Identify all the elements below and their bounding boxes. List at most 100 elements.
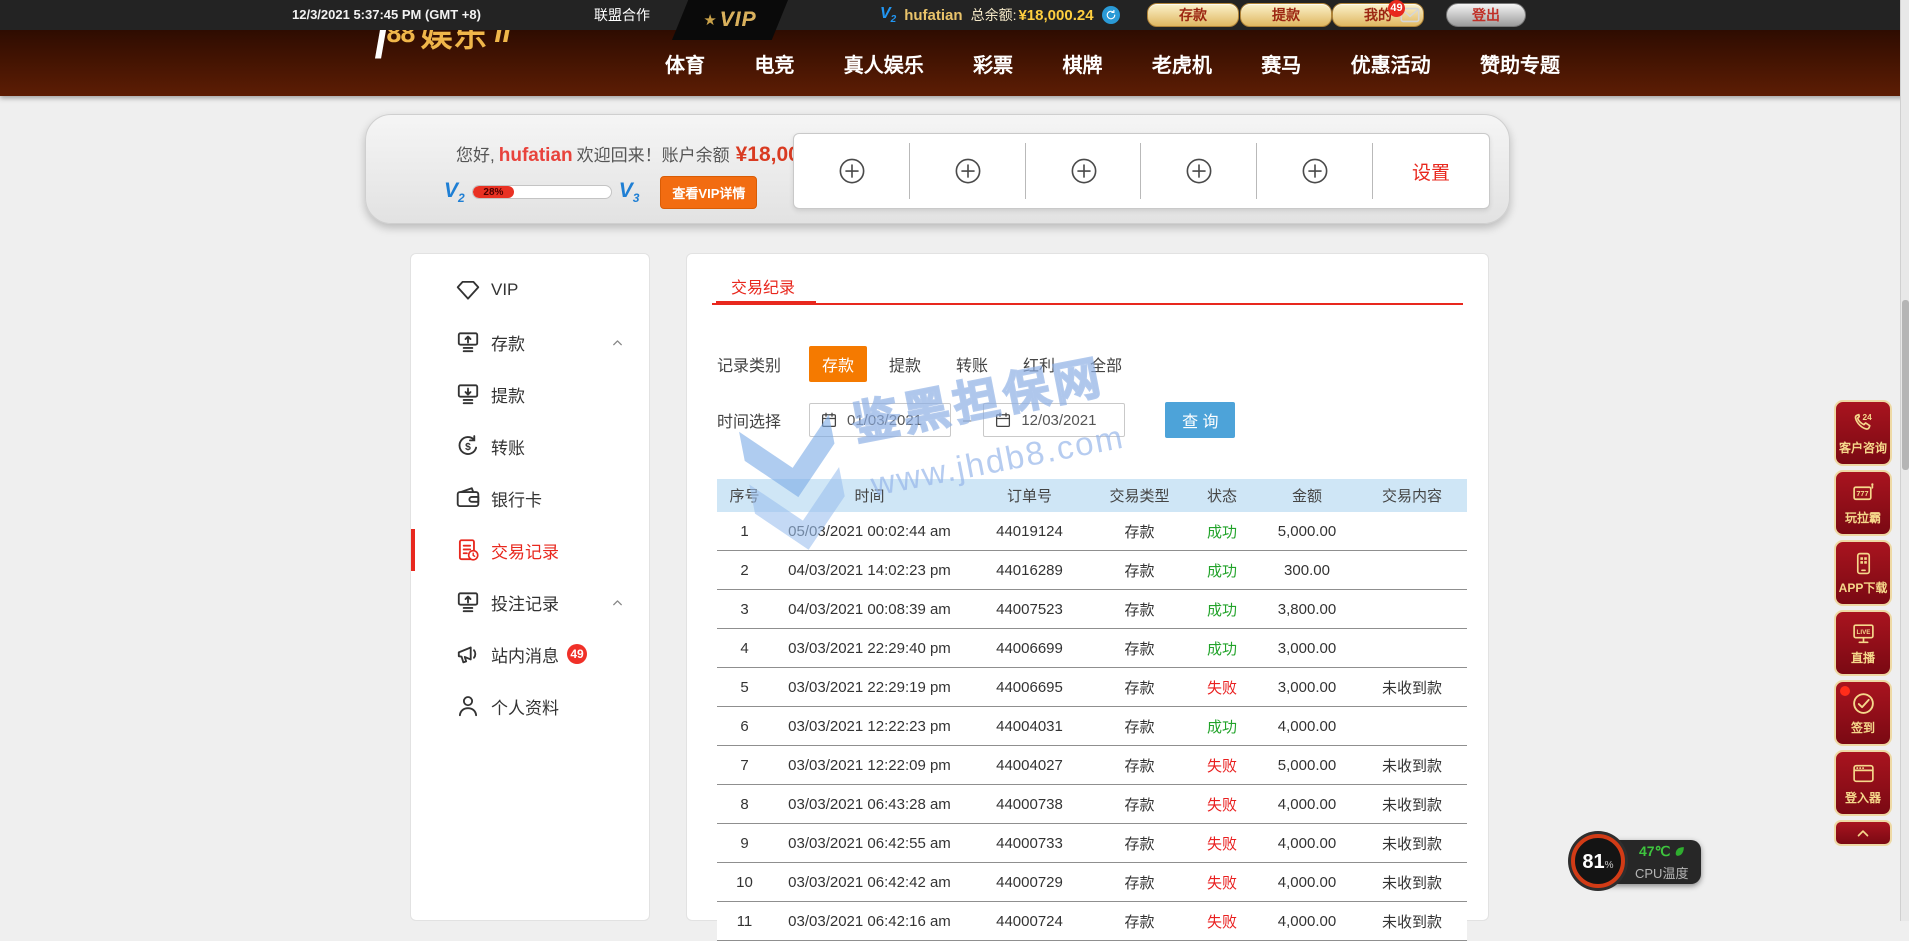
sidebar-item-icon (455, 641, 481, 667)
cell-type: 存款 (1092, 677, 1187, 698)
cell-status: 成功 (1187, 638, 1257, 659)
sidebar-item[interactable]: 银行卡 (411, 472, 649, 524)
floating-button[interactable]: APP下载 (1834, 540, 1892, 606)
collapse-rail-button[interactable] (1834, 820, 1892, 846)
nav-menu-item[interactable]: 优惠活动 (1351, 49, 1431, 78)
sidebar-item[interactable]: 存款 (411, 316, 649, 368)
sidebar-item[interactable]: 投注记录 (411, 576, 649, 628)
sidebar-item[interactable]: 交易记录 (411, 524, 649, 576)
sidebar-item-label: 存款 (491, 330, 525, 355)
category-filter-button[interactable]: 提款 (876, 346, 934, 382)
scrollbar-thumb[interactable] (1902, 300, 1909, 470)
category-filter-button[interactable]: 转账 (943, 346, 1001, 382)
sidebar-item[interactable]: 提款 (411, 368, 649, 420)
table-row: 5 03/03/2021 22:29:19 pm 44006695 存款 失败 … (717, 668, 1467, 707)
vip-progress-fill: 28% (473, 186, 514, 198)
withdraw-button[interactable]: 提款 (1240, 3, 1332, 27)
cell-status: 成功 (1187, 599, 1257, 620)
quick-add-slot[interactable] (1141, 134, 1257, 208)
cell-time: 03/03/2021 06:43:28 am (772, 796, 967, 813)
table-row: 2 04/03/2021 14:02:23 pm 44016289 存款 成功 … (717, 551, 1467, 590)
logout-button[interactable]: 登出 (1446, 3, 1526, 27)
cell-amount: 4,000.00 (1257, 913, 1357, 930)
cell-time: 05/03/2021 00:02:44 am (772, 523, 967, 540)
nav-menu-item[interactable]: 老虎机 (1152, 49, 1212, 78)
cell-time: 03/03/2021 12:22:09 pm (772, 757, 967, 774)
cell-status: 失败 (1187, 872, 1257, 893)
quick-add-slot[interactable] (910, 134, 1026, 208)
sidebar-item-icon (455, 537, 481, 563)
nav-menu-item[interactable]: 电竞 (754, 49, 794, 78)
floating-button-label: 签到 (1851, 719, 1875, 736)
transaction-panel: 交易纪录 记录类别 存款提款转账红利全部 时间选择 01/03/2021 – 1… (686, 253, 1489, 921)
cell-amount: 4,000.00 (1257, 835, 1357, 852)
category-filter-button[interactable]: 存款 (809, 346, 867, 382)
nav-menu-item[interactable]: 赞助专题 (1480, 49, 1560, 78)
sidebar-item[interactable]: 个人资料 (411, 680, 649, 732)
tab-transaction-records[interactable]: 交易纪录 (731, 274, 795, 298)
notification-dot (1840, 686, 1850, 696)
floating-button[interactable]: 登入器 (1834, 750, 1892, 816)
floating-button[interactable]: 玩拉霸 (1834, 470, 1892, 536)
plus-circle-icon (1069, 156, 1099, 186)
cell-amount: 3,000.00 (1257, 679, 1357, 696)
deposit-button[interactable]: 存款 (1147, 3, 1239, 27)
floating-button-icon (1851, 691, 1876, 716)
quick-actions-box: 设置 (793, 133, 1490, 209)
chevron-up-icon (610, 595, 625, 610)
sidebar-item-label: 站内消息 (491, 642, 559, 667)
time-filter-row: 时间选择 01/03/2021 – 12/03/2021 查 询 (717, 402, 1235, 438)
floating-button[interactable]: 签到 (1834, 680, 1892, 746)
cell-time: 04/03/2021 00:08:39 am (772, 601, 967, 618)
cell-time: 03/03/2021 12:22:23 pm (772, 718, 967, 735)
vip-logo[interactable]: ★ VIP (672, 0, 788, 40)
cell-type: 存款 (1092, 833, 1187, 854)
sidebar-item-icon (455, 693, 481, 719)
nav-menu-item[interactable]: 彩票 (973, 49, 1013, 78)
cell-status: 失败 (1187, 755, 1257, 776)
nav-menu-item[interactable]: 体育 (665, 49, 705, 78)
table-row: 9 03/03/2021 06:42:55 am 44000733 存款 失败 … (717, 824, 1467, 863)
sidebar-item[interactable]: 转账 (411, 420, 649, 472)
quick-add-slot[interactable] (1257, 134, 1373, 208)
category-filter-button[interactable]: 全部 (1077, 346, 1135, 382)
sidebar-item-icon (455, 277, 481, 303)
cell-type: 存款 (1092, 794, 1187, 815)
floating-button[interactable]: 客户咨询 (1834, 400, 1892, 466)
table-row: 3 04/03/2021 00:08:39 am 44007523 存款 成功 … (717, 590, 1467, 629)
quick-add-slot[interactable] (1026, 134, 1142, 208)
page-scrollbar[interactable] (1900, 0, 1909, 921)
sidebar-item-label: 银行卡 (491, 486, 542, 511)
sidebar-item[interactable]: 站内消息 49 (411, 628, 649, 680)
nav-menu-item[interactable]: 赛马 (1261, 49, 1301, 78)
search-button[interactable]: 查 询 (1165, 402, 1235, 438)
settings-button[interactable]: 设置 (1373, 134, 1489, 208)
nav-menu-item[interactable]: 真人娱乐 (844, 49, 924, 78)
category-filter-button[interactable]: 红利 (1010, 346, 1068, 382)
sidebar-item-label: VIP (491, 280, 518, 300)
cell-type: 存款 (1092, 638, 1187, 659)
date-from-input[interactable]: 01/03/2021 (809, 403, 951, 437)
quick-add-slot[interactable] (794, 134, 910, 208)
affiliate-link[interactable]: 联盟合作 (594, 0, 650, 30)
floating-button-label: 客户咨询 (1839, 439, 1887, 456)
nav-menu-item[interactable]: 棋牌 (1063, 49, 1103, 78)
refresh-balance-icon[interactable] (1102, 6, 1120, 24)
sidebar-item-label: 转账 (491, 434, 525, 459)
vip-details-button[interactable]: 查看VIP详情 (660, 176, 757, 209)
user-info: V2 hufatian 总余额: ¥18,000.24 (880, 0, 1120, 30)
cell-order-number: 44016289 (967, 562, 1092, 579)
mail-icon[interactable]: 49 (1398, 4, 1422, 26)
date-to-input[interactable]: 12/03/2021 (983, 403, 1125, 437)
category-label: 记录类别 (717, 352, 809, 376)
sidebar-item[interactable]: VIP (411, 264, 649, 316)
sidebar-item-icon (455, 589, 481, 615)
cell-content: 未收到款 (1357, 911, 1467, 932)
date-range-separator: – (963, 412, 971, 429)
plus-circle-icon (837, 156, 867, 186)
floating-button[interactable]: 直播 (1834, 610, 1892, 676)
floating-button-label: 登入器 (1845, 789, 1881, 806)
table-header-cell: 状态 (1187, 485, 1257, 506)
floating-button-label: 直播 (1851, 649, 1875, 666)
cell-content: 未收到款 (1357, 755, 1467, 776)
